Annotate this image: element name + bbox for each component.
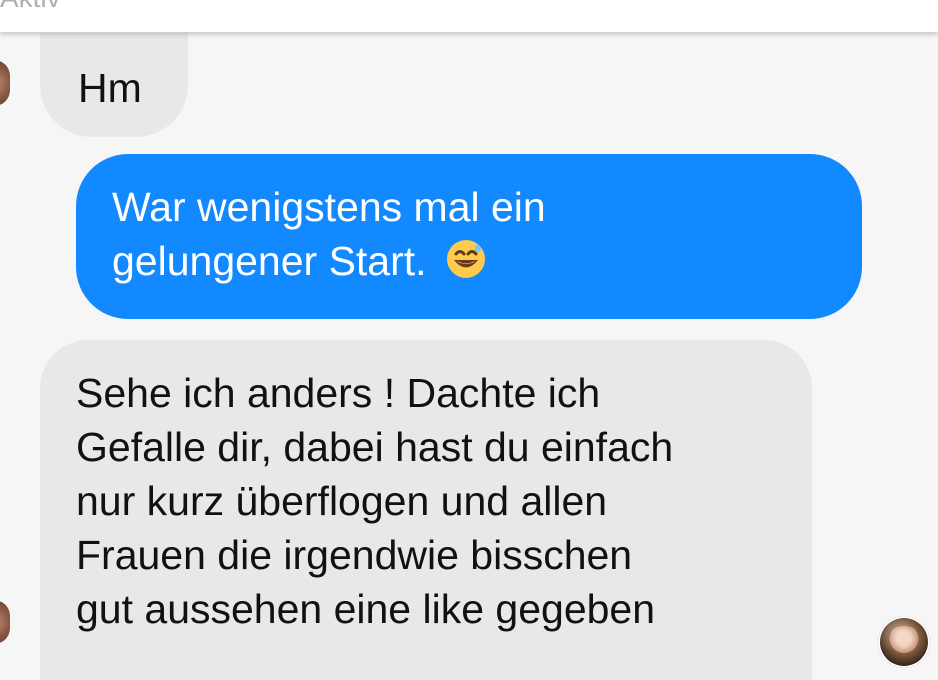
presence-status: Aktiv: [0, 0, 61, 14]
message-bubble-incoming[interactable]: Sehe ich anders ! Dachte ich Gefalle dir…: [40, 340, 812, 680]
message-line: gut aussehen eine like gegeben: [76, 586, 656, 632]
message-bubble-outgoing[interactable]: War wenigstens mal ein gelungener Start.: [76, 154, 862, 319]
message-line: War wenigstens mal ein: [112, 184, 546, 230]
message-line: Gefalle dir, dabei hast du einfach: [76, 424, 674, 470]
chat-thread: Hm War wenigstens mal ein gelungener Sta…: [0, 0, 938, 680]
contact-avatar[interactable]: [0, 60, 10, 106]
chat-header: Aktiv: [0, 0, 938, 32]
grinning-sweat-emoji-icon: [446, 240, 485, 278]
message-text: Hm: [78, 65, 142, 111]
message-bubble-incoming[interactable]: Hm: [40, 33, 188, 137]
message-line: nur kurz überflogen und allen: [76, 478, 608, 524]
message-line-text: gelungener Start.: [112, 238, 427, 284]
message-line: Sehe ich anders ! Dachte ich: [76, 370, 601, 416]
contact-avatar[interactable]: [0, 600, 10, 644]
seen-avatar-icon: [878, 616, 930, 668]
message-line: gelungener Start.: [112, 234, 832, 288]
message-line: Frauen die irgendwie bisschen: [76, 532, 633, 578]
